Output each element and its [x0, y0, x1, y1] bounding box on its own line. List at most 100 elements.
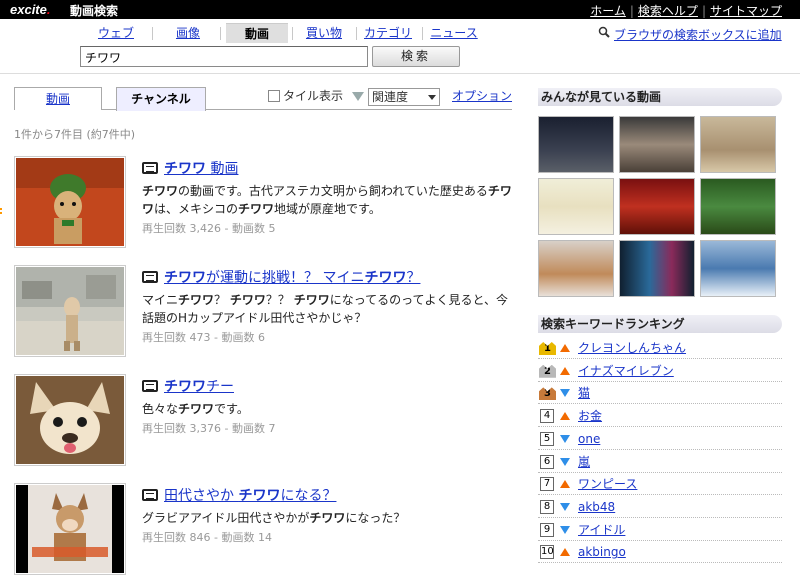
- trend-down-icon: [560, 525, 570, 534]
- ranking-item[interactable]: 5 one: [538, 428, 782, 450]
- result-count: 1件から7件目 (約7件中): [14, 128, 136, 141]
- result-thumbnail[interactable]: [14, 156, 126, 248]
- sort-select[interactable]: 関連度: [368, 88, 440, 106]
- crown-icon: 3: [539, 387, 556, 401]
- ranking-keyword-link[interactable]: お金: [578, 405, 602, 427]
- tile-view-toggle[interactable]: タイル表示: [268, 87, 343, 104]
- video-icon: [142, 271, 158, 283]
- ranking-item[interactable]: 3猫: [538, 382, 782, 405]
- popular-video-thumb[interactable]: [619, 116, 695, 173]
- result-title[interactable]: チワワチー: [142, 376, 234, 396]
- result-meta: 再生回数 846 - 動画数 14: [142, 531, 272, 544]
- add-browser-search[interactable]: ブラウザの検索ボックスに追加: [598, 26, 782, 43]
- ranking-item[interactable]: 7 ワンピース: [538, 473, 782, 496]
- result-description: 色々なチワワです。: [142, 402, 249, 416]
- ranking-item[interactable]: 8 akb48: [538, 496, 782, 518]
- trend-up-icon: [560, 412, 570, 421]
- nav-images[interactable]: 画像: [160, 23, 216, 43]
- ranking-keyword-link[interactable]: akb48: [578, 496, 615, 518]
- nav-video[interactable]: 動画: [226, 23, 288, 43]
- trend-up-icon: [560, 344, 570, 352]
- trend-down-icon: [560, 434, 570, 443]
- trend-up-icon: [560, 366, 570, 375]
- ranking-keyword-link[interactable]: akbingo: [578, 541, 626, 563]
- popular-video-thumb[interactable]: [538, 116, 614, 173]
- nav-shopping[interactable]: 買い物: [296, 23, 352, 43]
- result-thumbnail[interactable]: [14, 265, 126, 357]
- trend-up-icon: [560, 548, 570, 557]
- ranking-keyword-link[interactable]: イナズマイレブン: [578, 360, 674, 382]
- ranking-keyword-link[interactable]: クレヨンしんちゃん: [578, 337, 686, 359]
- site-name: 動画検索: [70, 4, 119, 18]
- popular-video-thumb[interactable]: [619, 240, 695, 297]
- result-thumbnail[interactable]: [14, 483, 126, 575]
- nav-news[interactable]: ニュース: [426, 23, 482, 43]
- ranking-item[interactable]: 1 クレヨンしんちゃん: [538, 337, 782, 359]
- ranking-item[interactable]: 9 アイドル: [538, 519, 782, 541]
- rank-number: 8: [540, 499, 554, 514]
- ranking-keyword-link[interactable]: ワンピース: [578, 473, 637, 495]
- crown-icon: 1: [539, 342, 556, 355]
- rank-number: 6: [540, 454, 554, 469]
- header-divider: [0, 73, 800, 74]
- tile-view-checkbox[interactable]: [268, 90, 280, 102]
- search-help-link[interactable]: 検索ヘルプ: [638, 4, 698, 18]
- option-link-wrap: オプション: [452, 87, 512, 104]
- search-button[interactable]: 検索: [372, 46, 460, 67]
- rank-number: 10: [540, 545, 554, 560]
- popular-videos-heading: みんなが見ている動画: [538, 88, 782, 106]
- ranking-keyword-link[interactable]: 猫: [578, 382, 590, 404]
- ranking-keyword-link[interactable]: one: [578, 428, 600, 450]
- video-icon: [142, 380, 158, 392]
- ranking-item[interactable]: 10 akbingo: [538, 541, 782, 564]
- nav-category[interactable]: カテゴリ: [360, 23, 416, 43]
- filter-icon: [352, 92, 364, 101]
- crown-icon: 2: [539, 364, 556, 378]
- excite-logo[interactable]: excite.: [10, 2, 51, 17]
- ranking-item[interactable]: 6嵐: [538, 451, 782, 473]
- rank-number: 9: [540, 522, 554, 537]
- chevron-down-icon: [428, 95, 436, 100]
- tab-channel[interactable]: チャンネル: [116, 87, 206, 111]
- rank-number: 7: [540, 477, 554, 492]
- result-title[interactable]: チワワが運動に挑戦！？ マイニチワワ？: [142, 267, 420, 287]
- search-icon: [598, 26, 610, 38]
- popular-video-thumb[interactable]: [700, 116, 776, 173]
- trend-up-icon: [560, 480, 570, 489]
- popular-video-thumb[interactable]: [538, 240, 614, 297]
- top-bar: excite. 動画検索 ホーム | 検索ヘルプ | サイトマップ: [0, 0, 800, 19]
- ranking-item[interactable]: 2 イナズマイレブン: [538, 360, 782, 382]
- result-description: マイニチワワ？ チワワ？？ チワワになってるのってよく見ると、今話題のHカップア…: [142, 293, 509, 325]
- keyword-ranking-heading: 検索キーワードランキング: [538, 315, 782, 333]
- ranking-keyword-link[interactable]: 嵐: [578, 451, 590, 473]
- trend-down-icon: [560, 457, 570, 466]
- rank-number: 4: [540, 409, 554, 424]
- option-link[interactable]: オプション: [452, 89, 512, 103]
- result-title[interactable]: チワワ 動画: [142, 158, 238, 178]
- result-description: グラビアアイドル田代さやかがチワワになった？: [142, 511, 406, 525]
- search-input[interactable]: チワワ: [80, 46, 368, 67]
- result-thumbnail[interactable]: [14, 374, 126, 466]
- popular-video-thumb[interactable]: [619, 178, 695, 235]
- trend-down-icon: [560, 389, 570, 398]
- popular-video-thumb[interactable]: [700, 240, 776, 297]
- trend-down-icon: [560, 502, 570, 511]
- rank-number: 5: [540, 431, 554, 446]
- tab-video[interactable]: 動画: [14, 87, 102, 110]
- nav-web[interactable]: ウェブ: [88, 23, 144, 43]
- result-title[interactable]: 田代さやか チワワになる？: [142, 485, 336, 505]
- add-browser-search-link[interactable]: ブラウザの検索ボックスに追加: [614, 28, 782, 42]
- result-description: チワワの動画です。古代アステカ文明から飼われていた歴史あるチワワは、メキシコのチ…: [142, 184, 512, 216]
- video-icon: [142, 489, 158, 501]
- result-meta: 再生回数 3,426 - 動画数 5: [142, 222, 276, 235]
- popular-video-thumb[interactable]: [538, 178, 614, 235]
- sitemap-link[interactable]: サイトマップ: [710, 4, 782, 18]
- ranking-item[interactable]: 4 お金: [538, 405, 782, 428]
- video-icon: [142, 162, 158, 174]
- home-link[interactable]: ホーム: [590, 4, 626, 18]
- result-meta: 再生回数 473 - 動画数 6: [142, 331, 265, 344]
- header-links: ホーム | 検索ヘルプ | サイトマップ: [590, 4, 782, 18]
- ranking-keyword-link[interactable]: アイドル: [578, 519, 625, 541]
- popular-video-thumb[interactable]: [700, 178, 776, 235]
- result-meta: 再生回数 3,376 - 動画数 7: [142, 422, 276, 435]
